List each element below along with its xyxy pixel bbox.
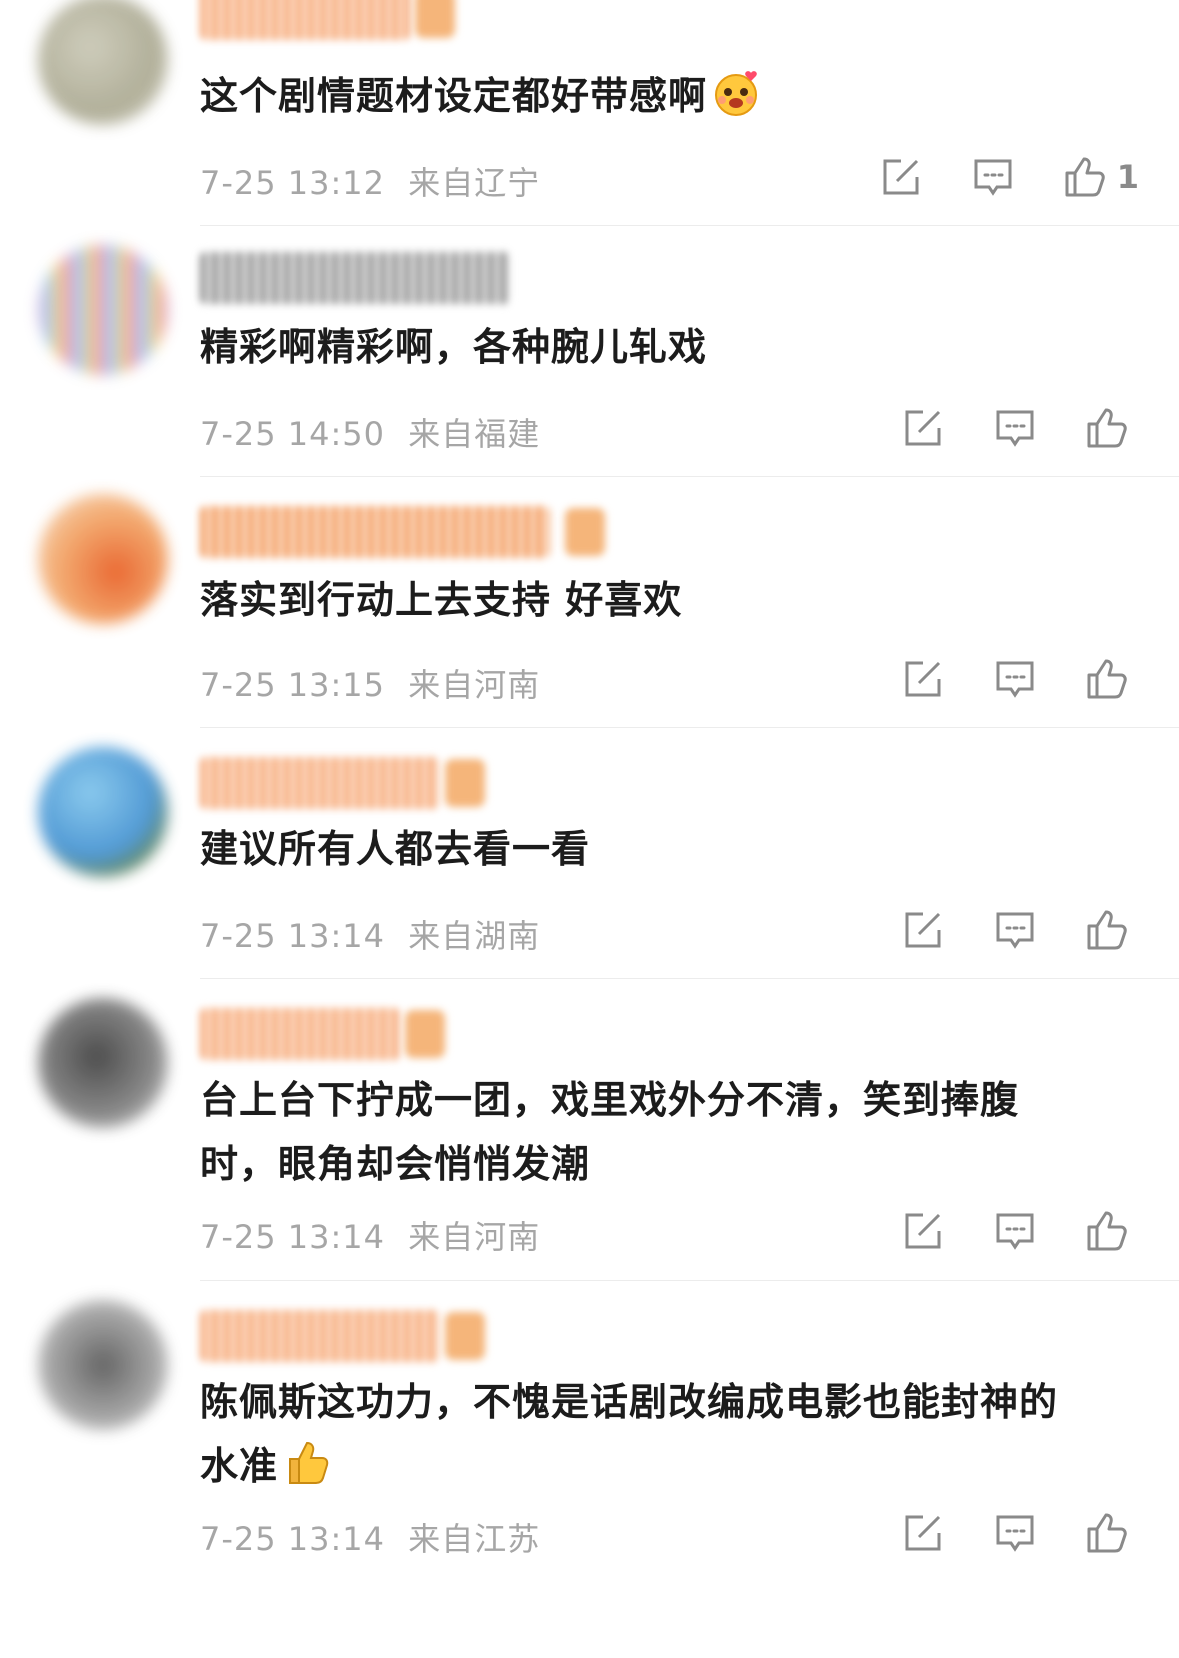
comment-actions: 1 xyxy=(879,155,1139,199)
love-face-emoji-icon xyxy=(715,71,758,116)
like-button[interactable] xyxy=(1085,1511,1139,1555)
reply-comment-icon[interactable] xyxy=(993,657,1037,701)
comment-date: 7-25 13:14 xyxy=(200,1218,386,1256)
divider xyxy=(200,476,1179,477)
share-edit-icon[interactable] xyxy=(901,406,945,450)
comment-text: 精彩啊精彩啊，各种腕儿轧戏 xyxy=(200,325,708,369)
comment-item: 建议所有人都去看一看 7-25 13:14 来自湖南 xyxy=(0,727,1179,978)
share-edit-icon[interactable] xyxy=(901,1511,945,1555)
thumbs-up-icon xyxy=(1087,408,1127,448)
comment-date: 7-25 14:50 xyxy=(200,415,386,453)
share-edit-icon[interactable] xyxy=(901,1209,945,1253)
comment-meta: 7-25 13:15 来自河南 xyxy=(200,660,540,706)
thumbs-up-emoji-icon xyxy=(289,1441,329,1484)
user-badge xyxy=(405,1010,445,1058)
avatar[interactable] xyxy=(38,998,168,1128)
avatar[interactable] xyxy=(38,1300,168,1430)
comment-actions xyxy=(901,908,1139,952)
reply-comment-icon[interactable] xyxy=(993,1511,1037,1555)
comment-date: 7-25 13:12 xyxy=(200,164,386,202)
share-edit-icon[interactable] xyxy=(901,657,945,701)
user-badge xyxy=(415,0,455,38)
comment-date: 7-25 13:14 xyxy=(200,1520,386,1558)
comment-location: 来自河南 xyxy=(408,666,541,704)
reply-comment-icon[interactable] xyxy=(971,155,1015,199)
thumbs-up-icon xyxy=(1065,157,1105,197)
comment-meta: 7-25 13:12 来自辽宁 xyxy=(200,158,540,204)
username-blurred[interactable] xyxy=(200,506,550,558)
thumbs-up-icon xyxy=(1087,1513,1127,1553)
thumbs-up-icon xyxy=(1087,659,1127,699)
divider xyxy=(200,225,1179,226)
like-button[interactable] xyxy=(1085,1209,1139,1253)
share-edit-icon[interactable] xyxy=(901,908,945,952)
divider xyxy=(200,727,1179,728)
comment-location: 来自江苏 xyxy=(408,1520,541,1558)
comment-item: 落实到行动上去支持 好喜欢 7-25 13:15 来自河南 xyxy=(0,476,1179,727)
reply-comment-icon[interactable] xyxy=(993,1209,1037,1253)
comment-actions xyxy=(901,406,1139,450)
comment-text: 陈佩斯这功力，不愧是话剧改编成电影也能封神的水准 xyxy=(200,1380,1059,1488)
comment-location: 来自河南 xyxy=(408,1218,541,1256)
comment-actions xyxy=(901,1511,1139,1555)
comment-actions xyxy=(901,1209,1139,1253)
comment-date: 7-25 13:14 xyxy=(200,917,386,955)
comment-text: 这个剧情题材设定都好带感啊 xyxy=(200,64,1069,128)
like-count: 1 xyxy=(1116,158,1139,196)
comment-actions xyxy=(901,657,1139,701)
avatar[interactable] xyxy=(38,0,168,125)
share-edit-icon[interactable] xyxy=(879,155,923,199)
comment-location: 来自湖南 xyxy=(408,917,541,955)
like-button[interactable] xyxy=(1085,406,1139,450)
like-button[interactable] xyxy=(1085,657,1139,701)
comment-item: 陈佩斯这功力，不愧是话剧改编成电影也能封神的水准 7-25 13:14 来自江苏 xyxy=(0,1280,1179,1658)
comment-meta: 7-25 13:14 来自河南 xyxy=(200,1212,540,1258)
comment-item: 精彩啊精彩啊，各种腕儿轧戏 7-25 14:50 来自福建 xyxy=(0,225,1179,476)
like-button[interactable] xyxy=(1085,908,1139,952)
username-blurred[interactable] xyxy=(200,1008,400,1060)
comment-meta: 7-25 13:14 来自湖南 xyxy=(200,911,540,957)
comment-text: 建议所有人都去看一看 xyxy=(200,827,591,871)
user-badge xyxy=(565,508,605,556)
username-blurred[interactable] xyxy=(200,252,510,304)
avatar[interactable] xyxy=(38,494,168,624)
divider xyxy=(200,1280,1179,1281)
user-badge xyxy=(445,759,485,807)
divider xyxy=(200,978,1179,979)
avatar[interactable] xyxy=(38,747,168,877)
comment-meta: 7-25 13:14 来自江苏 xyxy=(200,1514,540,1560)
username-blurred[interactable] xyxy=(200,0,410,40)
thumbs-up-icon xyxy=(1087,910,1127,950)
avatar[interactable] xyxy=(38,245,168,375)
comment-location: 来自福建 xyxy=(408,415,541,453)
comment-item: 这个剧情题材设定都好带感啊 7-25 13:12 来自辽宁 1 xyxy=(0,0,1179,225)
username-blurred[interactable] xyxy=(200,757,440,809)
comment-meta: 7-25 14:50 来自福建 xyxy=(200,409,540,455)
comment-date: 7-25 13:15 xyxy=(200,666,386,704)
comment-text: 台上台下拧成一团，戏里戏外分不清，笑到捧腹时，眼角却会悄悄发潮 xyxy=(200,1078,1020,1186)
like-button[interactable]: 1 xyxy=(1063,155,1139,199)
comment-location: 来自辽宁 xyxy=(408,164,541,202)
comment-item: 台上台下拧成一团，戏里戏外分不清，笑到捧腹时，眼角却会悄悄发潮 7-25 13:… xyxy=(0,978,1179,1280)
reply-comment-icon[interactable] xyxy=(993,908,1037,952)
username-blurred[interactable] xyxy=(200,1310,440,1362)
reply-comment-icon[interactable] xyxy=(993,406,1037,450)
comment-text: 落实到行动上去支持 好喜欢 xyxy=(200,578,683,622)
user-badge xyxy=(445,1312,485,1360)
thumbs-up-icon xyxy=(1087,1211,1127,1251)
